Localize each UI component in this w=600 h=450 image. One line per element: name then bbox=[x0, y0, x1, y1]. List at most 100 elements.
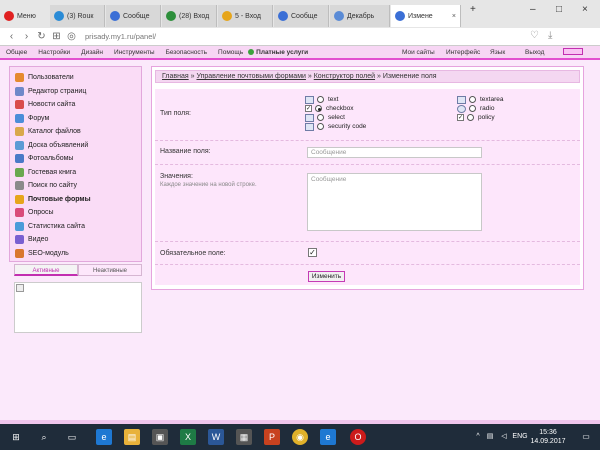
edge-icon[interactable]: e bbox=[96, 429, 112, 445]
browser-tab-bar: Меню (3) Rouк Сообщe (28) Вход 5 - Вход … bbox=[0, 0, 600, 28]
ie-icon[interactable]: e bbox=[320, 429, 336, 445]
sidebar-item-guestbook[interactable]: Гостевая книга bbox=[10, 166, 141, 180]
tab-3[interactable]: (28) Вход bbox=[162, 5, 217, 27]
language-indicator[interactable]: ENG bbox=[510, 429, 530, 445]
new-tab-button[interactable]: + bbox=[470, 4, 476, 15]
submit-button[interactable]: Изменить bbox=[308, 271, 345, 282]
radio-select[interactable] bbox=[317, 114, 324, 121]
tab-2[interactable]: Сообщe bbox=[106, 5, 161, 27]
opera-taskbar-icon[interactable]: O bbox=[350, 429, 366, 445]
tab-favicon-icon bbox=[278, 11, 288, 21]
type-option-policy[interactable]: ✓ policy bbox=[457, 113, 495, 122]
checkbox-type-icon: ✓ bbox=[305, 105, 312, 112]
breadcrumb-field-builder[interactable]: Конструктор полей bbox=[314, 73, 375, 80]
opera-menu-button[interactable]: Меню bbox=[0, 5, 50, 27]
folder-icon[interactable]: ▤ bbox=[124, 429, 140, 445]
sidebar-item-polls[interactable]: Опросы bbox=[10, 206, 141, 220]
sidebar-item-seo[interactable]: SEO-модуль bbox=[10, 247, 141, 261]
radio-textarea[interactable] bbox=[469, 96, 476, 103]
type-radio-label: radio bbox=[480, 105, 495, 112]
minimize-icon[interactable]: – bbox=[530, 4, 536, 15]
radio-text[interactable] bbox=[317, 96, 324, 103]
required-checkbox[interactable]: ✓ bbox=[308, 248, 317, 257]
tab-5[interactable]: Сообщe bbox=[274, 5, 329, 27]
radio-type-icon bbox=[457, 104, 466, 113]
windows-start-icon[interactable]: ⊞ bbox=[8, 429, 24, 445]
back-icon[interactable]: ‹ bbox=[4, 31, 19, 42]
radio-policy[interactable] bbox=[467, 114, 474, 121]
maximize-icon[interactable]: □ bbox=[556, 4, 562, 15]
top-link-tools[interactable]: Инструменты bbox=[114, 49, 155, 56]
sidebar-item-news[interactable]: Новости сайта bbox=[10, 98, 141, 112]
top-link-design[interactable]: Дизайн bbox=[81, 49, 103, 56]
word-icon[interactable]: W bbox=[208, 429, 224, 445]
field-name-input[interactable]: Сообщение bbox=[307, 147, 482, 158]
sidebar-item-label: Поиск по сайту bbox=[28, 182, 78, 190]
close-tab-icon[interactable]: × bbox=[448, 13, 456, 20]
type-option-textarea[interactable]: textarea bbox=[457, 95, 504, 104]
type-option-security-code[interactable]: security code bbox=[305, 122, 366, 131]
seo-icon bbox=[15, 248, 24, 258]
sidebar-item-photos[interactable]: Фотоальбомы bbox=[10, 152, 141, 166]
top-link-general[interactable]: Общее bbox=[6, 49, 27, 56]
reload-icon[interactable]: ↻ bbox=[34, 31, 49, 42]
top-link-security[interactable]: Безопасность bbox=[166, 49, 207, 56]
radio-security-code[interactable] bbox=[317, 123, 324, 130]
forward-icon[interactable]: › bbox=[19, 31, 34, 42]
sidebar-item-label: SEO-модуль bbox=[28, 249, 69, 257]
clock[interactable]: 15:36 14.09.2017 bbox=[530, 428, 566, 446]
interface-link[interactable]: Интерфейс bbox=[446, 49, 480, 56]
store-icon[interactable]: ▣ bbox=[152, 429, 168, 445]
sidebar-item-mail-forms[interactable]: Почтовые формы bbox=[10, 193, 141, 207]
type-option-radio[interactable]: radio bbox=[457, 104, 494, 113]
sidebar-item-page-editor[interactable]: Редактор страниц bbox=[10, 85, 141, 99]
top-link-settings[interactable]: Настройки bbox=[38, 49, 70, 56]
sidebar-item-board[interactable]: Доска объявлений bbox=[10, 139, 141, 153]
search-icon[interactable]: ⌕ bbox=[36, 429, 52, 445]
language-link[interactable]: Язык bbox=[490, 49, 505, 56]
my-sites-link[interactable]: Мои сайты bbox=[402, 49, 435, 56]
globe-icon: ◎ bbox=[67, 31, 76, 42]
calculator-icon[interactable]: ▦ bbox=[236, 429, 252, 445]
url-field[interactable]: prisady.my1.ru/panel/ bbox=[85, 32, 156, 41]
task-view-icon[interactable]: ▭ bbox=[64, 429, 80, 445]
breadcrumb-home[interactable]: Главная bbox=[162, 73, 189, 80]
type-option-checkbox[interactable]: ✓ checkbox bbox=[305, 104, 353, 113]
values-textarea[interactable]: Сообщение bbox=[307, 173, 482, 231]
type-option-select[interactable]: select bbox=[305, 113, 345, 122]
windows-taskbar: ⊞ ⌕ ▭ e ▤ ▣ X W ▦ P ◉ e O ^ ▤ ◁ ENG 15:3… bbox=[0, 424, 600, 450]
tab-7-active[interactable]: Изменe × bbox=[391, 5, 461, 27]
top-link-help[interactable]: Помощь bbox=[218, 49, 243, 56]
slider-control[interactable] bbox=[563, 48, 583, 55]
tab-1[interactable]: (3) Rouк bbox=[50, 5, 105, 27]
powerpoint-icon[interactable]: P bbox=[264, 429, 280, 445]
radio-checkbox[interactable] bbox=[315, 105, 322, 112]
sidebar-item-video[interactable]: Видео bbox=[10, 233, 141, 247]
search-icon bbox=[15, 181, 24, 191]
values-hint: Каждое значение на новой строке. bbox=[160, 182, 257, 188]
type-option-text[interactable]: text bbox=[305, 95, 338, 104]
sidebar-item-search[interactable]: Поиск по сайту bbox=[10, 179, 141, 193]
speed-dial-icon[interactable]: ⊞ bbox=[49, 31, 64, 42]
sidebar-image-box bbox=[14, 282, 142, 333]
sidebar-item-file-catalog[interactable]: Каталог файлов bbox=[10, 125, 141, 139]
chrome-icon[interactable]: ◉ bbox=[292, 429, 308, 445]
clock-time: 15:36 bbox=[539, 429, 557, 436]
tab-6[interactable]: Декабрь bbox=[330, 5, 390, 27]
paid-services-link[interactable]: Платные услуги bbox=[256, 49, 308, 56]
sidebar-item-statistics[interactable]: Статистика сайта bbox=[10, 220, 141, 234]
heart-icon[interactable]: ♡ bbox=[530, 30, 539, 41]
logout-link[interactable]: Выход bbox=[525, 49, 544, 56]
breadcrumb-mail-forms[interactable]: Управление почтовыми формами bbox=[196, 73, 305, 80]
sidebar-item-users[interactable]: Пользователи bbox=[10, 71, 141, 85]
notifications-icon[interactable]: ▭ bbox=[578, 429, 594, 445]
tab-inactive-modules[interactable]: Неактивные bbox=[78, 264, 142, 276]
radio-radio[interactable] bbox=[469, 105, 476, 112]
download-icon[interactable]: ⤓ bbox=[548, 30, 552, 41]
tab-4[interactable]: 5 - Вход bbox=[218, 5, 273, 27]
breadcrumb-separator: » bbox=[376, 73, 381, 80]
close-window-icon[interactable]: × bbox=[582, 4, 588, 15]
sidebar-item-forum[interactable]: Форум bbox=[10, 112, 141, 126]
tab-active-modules[interactable]: Активные bbox=[14, 264, 78, 276]
excel-icon[interactable]: X bbox=[180, 429, 196, 445]
